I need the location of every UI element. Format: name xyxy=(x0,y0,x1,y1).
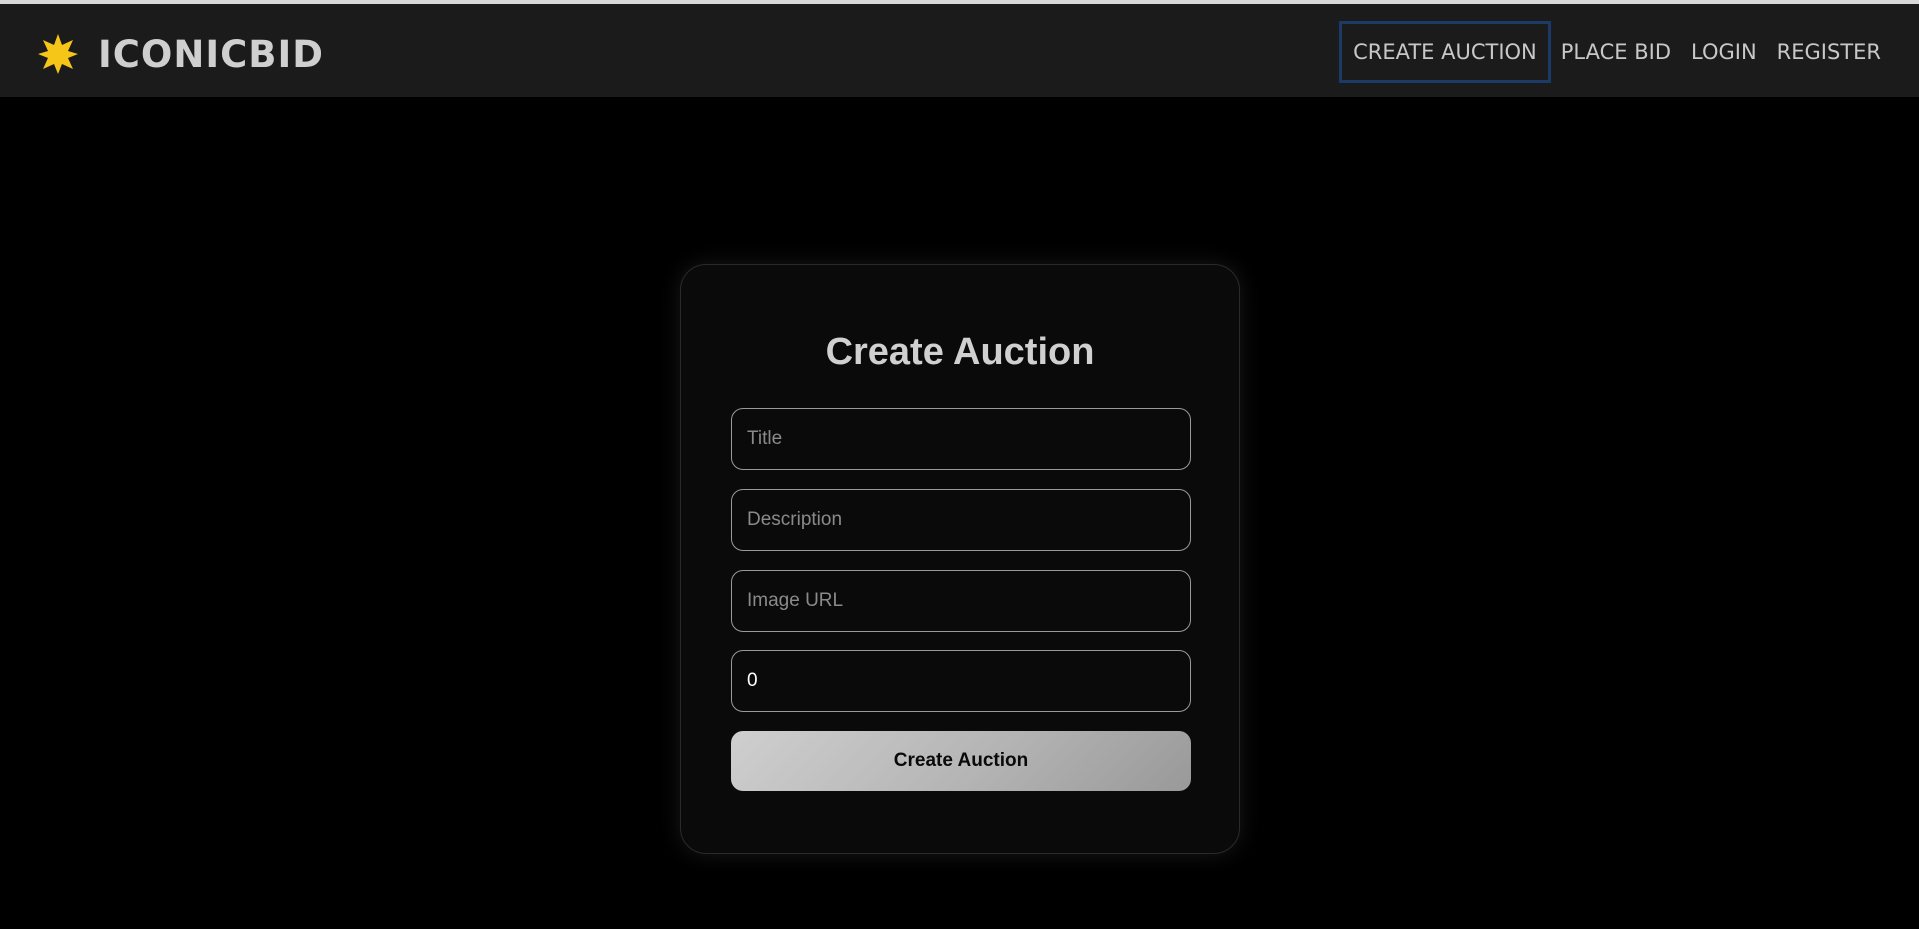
nav-menu: CREATE AUCTION PLACE BID LOGIN REGISTER xyxy=(1339,21,1891,83)
description-input[interactable] xyxy=(731,489,1191,551)
starting-price-input[interactable] xyxy=(731,650,1191,712)
brand-logo[interactable]: ICONICBID xyxy=(36,28,324,80)
nav-link-place-bid[interactable]: PLACE BID xyxy=(1551,21,1681,83)
nav-link-create-auction[interactable]: CREATE AUCTION xyxy=(1339,21,1551,83)
nav-link-register[interactable]: REGISTER xyxy=(1767,21,1891,83)
nav-link-login[interactable]: LOGIN xyxy=(1681,21,1767,83)
image-url-input[interactable] xyxy=(731,570,1191,632)
create-auction-button[interactable]: Create Auction xyxy=(731,731,1191,791)
star-burst-icon xyxy=(38,34,78,74)
create-auction-card: Create Auction Create Auction xyxy=(680,264,1240,854)
form-title: Create Auction xyxy=(825,331,1095,373)
brand-name: ICONICBID xyxy=(98,32,324,76)
navbar: ICONICBID CREATE AUCTION PLACE BID LOGIN… xyxy=(0,4,1919,97)
title-input[interactable] xyxy=(731,408,1191,470)
